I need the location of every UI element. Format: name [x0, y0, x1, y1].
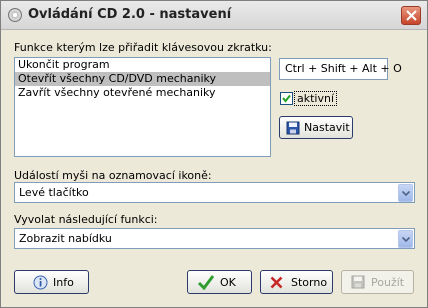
window-title: Ovládání CD 2.0 - nastavení	[28, 7, 232, 22]
cancel-button-label: Storno	[291, 276, 328, 289]
ok-button-label: OK	[220, 276, 236, 289]
set-button-label: Nastavit	[304, 121, 350, 134]
info-icon	[33, 275, 48, 290]
set-button[interactable]: Nastavit	[279, 116, 353, 139]
active-checkbox[interactable]	[280, 92, 293, 105]
mouse-event-select[interactable]: Levé tlačítko	[14, 182, 415, 203]
close-button[interactable]	[401, 6, 421, 25]
dropdown-button[interactable]	[398, 230, 413, 248]
info-button[interactable]: Info	[14, 270, 89, 294]
title-bar[interactable]: Ovládání CD 2.0 - nastavení	[1, 1, 427, 30]
invoke-function-select[interactable]: Zobrazit nabídku	[14, 228, 415, 249]
chevron-down-icon	[402, 237, 410, 242]
invoke-function-value: Zobrazit nabídku	[19, 232, 112, 245]
cancel-button[interactable]: Storno	[260, 270, 333, 294]
ok-button[interactable]: OK	[187, 270, 252, 294]
apply-button[interactable]: Použít	[341, 270, 414, 294]
list-item[interactable]: Otevřít všechny CD/DVD mechaniky	[15, 72, 270, 86]
invoke-function-label: Vyvolat následující funkci:	[14, 213, 158, 226]
apply-button-label: Použít	[371, 276, 405, 289]
save-icon	[351, 275, 365, 289]
chevron-down-icon	[402, 191, 410, 196]
active-checkbox-label[interactable]: aktivní	[294, 91, 338, 106]
checkmark-icon	[282, 94, 291, 103]
list-item[interactable]: Zavřít všechny otevřené mechaniky	[15, 86, 270, 100]
info-button-label: Info	[53, 276, 74, 289]
list-item[interactable]: Ukončit program	[15, 58, 270, 72]
settings-dialog: Ovládání CD 2.0 - nastavení Funkce který…	[0, 0, 428, 308]
functions-listbox[interactable]: Ukončit program Otevřít všechny CD/DVD m…	[14, 57, 271, 157]
save-icon	[286, 121, 300, 135]
mouse-event-value: Levé tlačítko	[19, 186, 89, 199]
checkmark-icon	[197, 275, 215, 291]
hotkey-input[interactable]: Ctrl + Shift + Alt + O	[279, 58, 402, 80]
functions-label: Funkce kterým lze přiřadit klávesovou zk…	[14, 41, 272, 54]
mouse-event-label: Událostí myši na oznamovací ikoně:	[14, 169, 212, 182]
close-icon	[406, 10, 417, 21]
cd-app-icon	[8, 8, 22, 22]
cancel-x-icon	[270, 276, 283, 289]
dropdown-button[interactable]	[398, 184, 413, 202]
